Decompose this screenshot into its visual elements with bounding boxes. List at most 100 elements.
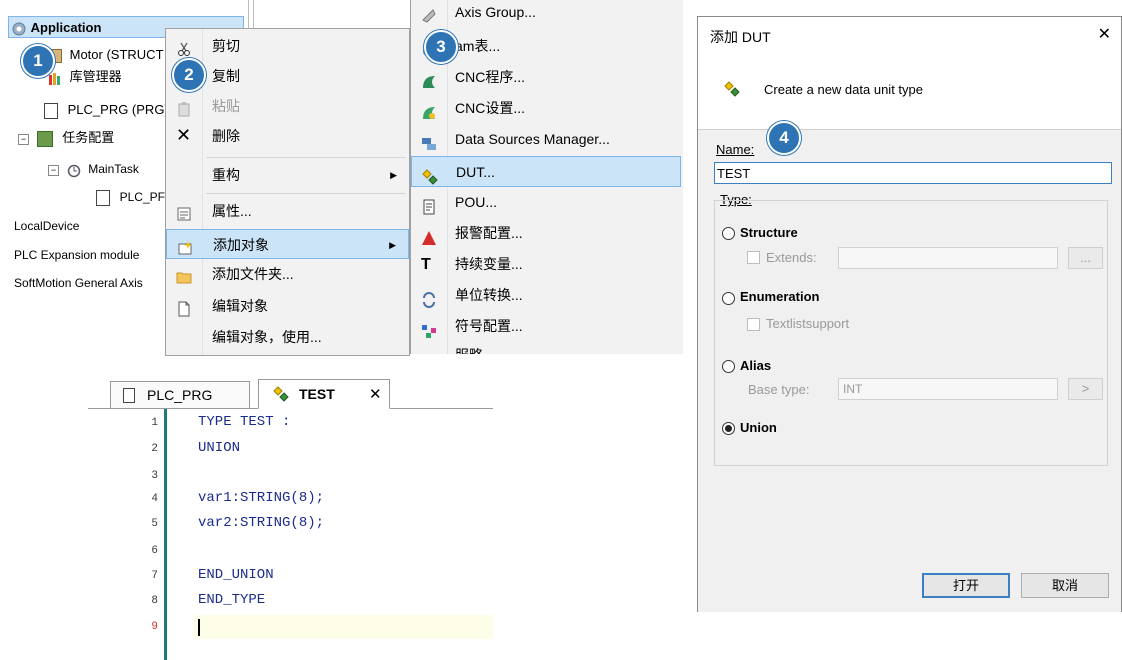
- submenu-item-symbol-config[interactable]: 符号配置...: [411, 311, 683, 342]
- base-type-label: Base type:: [748, 382, 810, 397]
- menu-item-refactor[interactable]: 重构 ▶: [166, 160, 409, 190]
- close-icon[interactable]: ✕: [1098, 24, 1111, 44]
- menu-label: 单位转换...: [455, 287, 523, 303]
- radio-structure[interactable]: [722, 227, 735, 240]
- code-line[interactable]: var1:STRING(8);: [198, 490, 324, 506]
- line-number: 1: [151, 417, 158, 429]
- menu-label: am表...: [455, 38, 501, 54]
- step-badge-4: 4: [767, 121, 801, 155]
- line-number: 3: [151, 470, 158, 482]
- name-input[interactable]: [714, 162, 1112, 184]
- menu-label: 复制: [212, 68, 240, 84]
- text-cursor: [198, 619, 200, 636]
- add-object-icon: [177, 237, 193, 255]
- base-type-button[interactable]: >: [1068, 378, 1103, 400]
- step-badge-3: 3: [424, 30, 458, 64]
- submenu-item-unit-conversion[interactable]: 单位转换...: [411, 280, 683, 311]
- code-line[interactable]: END_UNION: [198, 567, 274, 583]
- tree-label: PLC Expansion module: [14, 248, 140, 262]
- panel-divider: [248, 0, 249, 28]
- code-editor: PLC_PRG TEST ✕ 1 2 3 4 5 6 7 8 9 TYPE TE…: [88, 373, 493, 660]
- data-sources-icon: [421, 132, 437, 150]
- menu-label: POU...: [455, 194, 498, 210]
- submenu-item-axis-group[interactable]: Axis Group...: [411, 0, 683, 31]
- extends-input[interactable]: [838, 247, 1058, 269]
- textlistsupport-checkbox[interactable]: [747, 318, 760, 331]
- tree-item-plc-expansion[interactable]: PLC Expansion module: [14, 244, 139, 266]
- structure-label: Structure: [740, 225, 798, 240]
- collapse-icon[interactable]: −: [48, 165, 59, 176]
- tree-item-plc-prg[interactable]: PLC_PRG (PRG): [44, 99, 169, 121]
- menu-item-properties[interactable]: 属性...: [166, 196, 409, 226]
- tree-item-plc-prg-call[interactable]: PLC_PF: [96, 186, 165, 208]
- tree-item-task-config[interactable]: − 任务配置: [18, 127, 114, 149]
- submenu-item-data-sources[interactable]: Data Sources Manager...: [411, 124, 683, 155]
- menu-label: 添加文件夹...: [212, 266, 294, 282]
- menu-label: 重构: [212, 167, 240, 183]
- tree-label: Motor (STRUCT: [69, 47, 164, 62]
- menu-item-add-object[interactable]: 添加对象 ▶: [166, 229, 409, 259]
- tab-label: PLC_PRG: [147, 387, 213, 403]
- menu-label: 符号配置...: [455, 318, 523, 334]
- alias-label: Alias: [740, 358, 772, 373]
- code-line[interactable]: TYPE TEST :: [198, 414, 290, 430]
- enumeration-label: Enumeration: [740, 289, 820, 304]
- submenu-arrow-icon: ▶: [389, 240, 396, 250]
- close-icon[interactable]: ✕: [369, 385, 382, 403]
- menu-label: 编辑对象: [212, 298, 268, 314]
- submenu-item-partial[interactable]: 服略: [411, 342, 683, 354]
- menu-label: Data Sources Manager...: [455, 131, 610, 147]
- base-type-input[interactable]: INT: [838, 378, 1058, 400]
- add-dut-dialog: 添加 DUT ✕ Create a new data unit type Nam…: [697, 16, 1122, 612]
- line-number: 5: [151, 518, 158, 530]
- radio-enumeration[interactable]: [722, 292, 735, 305]
- menu-item-edit-object[interactable]: 编辑对象: [166, 291, 409, 321]
- union-label: Union: [740, 420, 777, 435]
- tab-label: TEST: [299, 386, 335, 402]
- menu-label: 服略: [455, 342, 483, 354]
- tree-item-main-task[interactable]: − MainTask: [48, 158, 139, 180]
- radio-alias[interactable]: [722, 360, 735, 373]
- submenu-item-pou[interactable]: POU...: [411, 187, 683, 218]
- submenu-item-persistent-vars[interactable]: T 持续变量...: [411, 249, 683, 280]
- code-line[interactable]: UNION: [198, 440, 240, 456]
- menu-item-edit-object-with[interactable]: 编辑对象，使用...: [166, 322, 409, 352]
- tree-label: SoftMotion General Axis: [14, 276, 143, 290]
- radio-union[interactable]: [722, 422, 735, 435]
- paste-icon: [176, 98, 192, 117]
- menu-label: 编辑对象，使用...: [212, 329, 322, 345]
- menu-item-add-folder[interactable]: 添加文件夹...: [166, 259, 409, 289]
- folder-icon: [176, 266, 192, 284]
- extends-label: Extends:: [766, 250, 817, 265]
- submenu-item-cnc-settings[interactable]: CNC设置...: [411, 93, 683, 124]
- task-config-icon: [36, 130, 53, 147]
- menu-item-paste[interactable]: 粘贴: [166, 91, 409, 121]
- menu-item-delete[interactable]: ✕ 删除: [166, 121, 409, 151]
- extends-checkbox[interactable]: [747, 251, 760, 264]
- submenu-item-dut[interactable]: DUT...: [411, 156, 681, 187]
- tab-test[interactable]: TEST ✕: [258, 379, 390, 409]
- tree-item-softmotion[interactable]: SoftMotion General Axis: [14, 272, 143, 294]
- tree-item-motor[interactable]: Motor (STRUCT: [48, 44, 164, 66]
- submenu-arrow-icon: ▶: [390, 170, 397, 180]
- submenu-item-alarm-config[interactable]: 报警配置...: [411, 218, 683, 249]
- menu-label: 删除: [212, 128, 240, 144]
- ok-button[interactable]: 打开: [922, 573, 1010, 598]
- menu-item-cut[interactable]: 剪切: [166, 31, 409, 61]
- dut-icon: [273, 386, 289, 405]
- submenu-item-cnc-program[interactable]: CNC程序...: [411, 62, 683, 93]
- delete-x-icon: ✕: [176, 125, 192, 145]
- code-line[interactable]: END_TYPE: [198, 592, 265, 608]
- menu-label: 属性...: [212, 203, 252, 219]
- menu-label: 剪切: [212, 38, 240, 54]
- tree-item-local-device[interactable]: LocalDevice: [14, 215, 79, 237]
- menu-separator: [206, 193, 406, 194]
- tree-label: MainTask: [88, 162, 139, 176]
- code-line[interactable]: var2:STRING(8);: [198, 515, 324, 531]
- tree-label: PLC_PF: [119, 190, 165, 204]
- browse-button[interactable]: ...: [1068, 247, 1103, 269]
- cancel-button[interactable]: 取消: [1021, 573, 1109, 598]
- collapse-icon[interactable]: −: [18, 134, 29, 145]
- tree-item-library-manager[interactable]: 库管理器: [48, 66, 122, 88]
- tab-plc-prg[interactable]: PLC_PRG: [110, 381, 250, 408]
